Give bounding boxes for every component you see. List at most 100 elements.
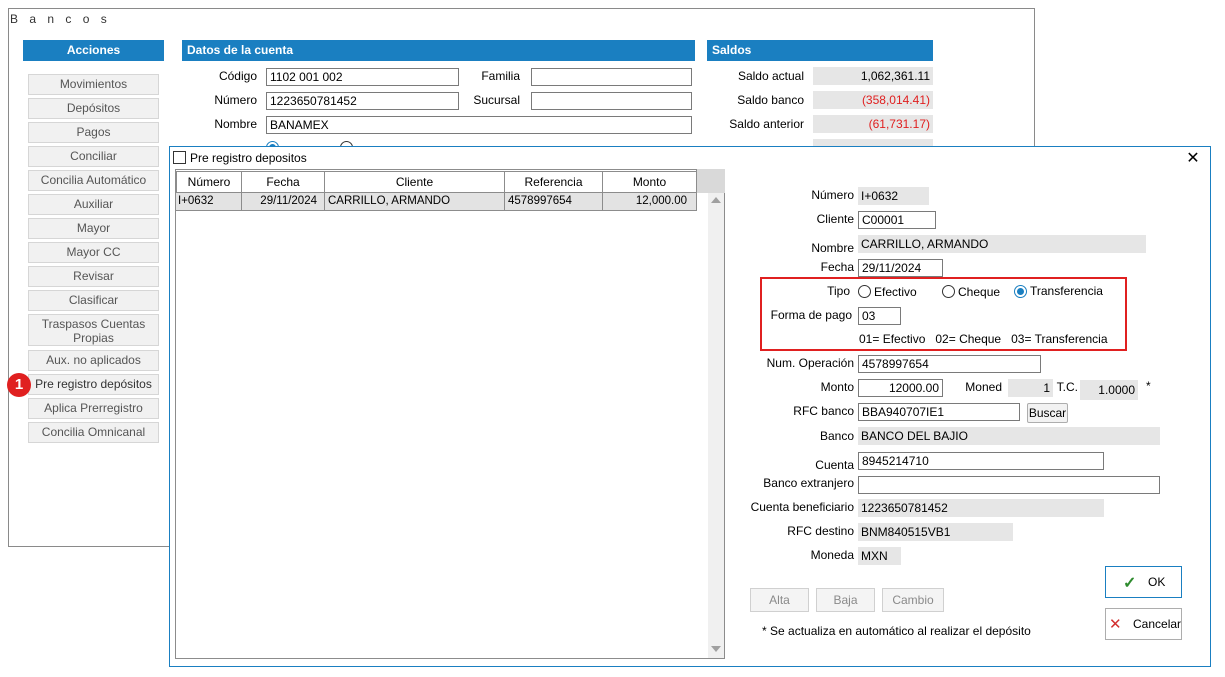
tc-mark: * [1146, 379, 1151, 393]
saldo-anterior-value: (61,731.17) [813, 115, 933, 133]
sidebar-item-depositos[interactable]: Depósitos [28, 98, 159, 119]
forma-pago-label: Forma de pago [770, 308, 852, 322]
saldo-actual-value: 1,062,361.11 [813, 67, 933, 85]
saldo-extra-value [813, 139, 933, 146]
column-header-referencia[interactable]: Referencia [504, 171, 603, 193]
moned-label: Moned [965, 380, 1002, 394]
f-nombre-label: Nombre [811, 241, 854, 255]
f-cliente-field[interactable]: C00001 [858, 211, 936, 229]
familia-field[interactable] [531, 68, 692, 86]
table-row-numero[interactable]: I+0632 [176, 193, 242, 211]
column-header-cliente[interactable]: Cliente [324, 171, 505, 193]
banco-label: Banco [819, 429, 854, 443]
saldo-banco-label: Saldo banco [737, 93, 804, 107]
codigo-field[interactable]: 1102 001 002 [266, 68, 459, 86]
check-icon: ✓ [1123, 575, 1137, 592]
dialog-title: Pre registro depositos [190, 151, 307, 165]
num-operacion-field[interactable]: 4578997654 [858, 355, 1041, 373]
moned-value: 1 [1008, 379, 1053, 397]
tc-value: 1.0000 [1080, 380, 1138, 400]
nombre-field[interactable]: BANAMEX [266, 116, 692, 134]
cuenta-field[interactable]: 8945214710 [858, 452, 1104, 470]
moneda-value: MXN [858, 547, 901, 565]
cuenta-label: Cuenta [815, 458, 854, 472]
ok-button[interactable]: ✓ OK [1105, 566, 1182, 598]
f-fecha-label: Fecha [820, 260, 854, 274]
acciones-header: Acciones [23, 40, 164, 61]
tipo-transferencia-label[interactable]: Transferencia [1030, 284, 1103, 298]
rfc-destino-value: BNM840515VB1 [858, 523, 1013, 541]
column-header-numero[interactable]: Número [176, 171, 242, 193]
nombre-label: Nombre [214, 117, 257, 131]
moneda-label: Moneda [810, 548, 854, 562]
banco-extranjero-label: Banco extranjero [763, 476, 854, 490]
grid-header-filler [696, 169, 725, 193]
tipo-label: Tipo [827, 284, 850, 298]
sidebar-item-aux-no-aplicados[interactable]: Aux. no aplicados [28, 350, 159, 371]
cancelar-label: Cancelar [1133, 617, 1182, 631]
saldos-header: Saldos [707, 40, 933, 61]
f-numero-label: Número [811, 188, 854, 202]
ok-label: OK [1148, 575, 1166, 589]
sucursal-label: Sucursal [473, 93, 520, 107]
forma-pago-hint: 01= Efectivo 02= Cheque 03= Transferenci… [859, 332, 1108, 346]
buscar-button[interactable]: Buscar [1027, 403, 1068, 423]
step-badge: 1 [7, 373, 31, 397]
sidebar-item-concilia-omnicanal[interactable]: Concilia Omnicanal [28, 422, 159, 443]
sidebar-item-aplica-prerregistro[interactable]: Aplica Prerregistro [28, 398, 159, 419]
alta-button[interactable]: Alta [750, 588, 809, 612]
tipo-efectivo-label[interactable]: Efectivo [874, 285, 917, 299]
sidebar-item-revisar[interactable]: Revisar [28, 266, 159, 287]
f-numero-value: I+0632 [858, 187, 929, 205]
sucursal-field[interactable] [531, 92, 692, 110]
table-row-cliente[interactable]: CARRILLO, ARMANDO [325, 193, 505, 211]
sidebar-item-auxiliar[interactable]: Auxiliar [28, 194, 159, 215]
rfc-destino-label: RFC destino [787, 524, 854, 538]
sidebar-item-concilia-automatico[interactable]: Concilia Automático [28, 170, 159, 191]
sidebar-item-pre-registro-depositos[interactable]: Pre registro depósitos [28, 374, 159, 395]
saldo-banco-value: (358,014.41) [813, 91, 933, 109]
column-header-monto[interactable]: Monto [602, 171, 697, 193]
tipo-transferencia-radio[interactable] [1014, 285, 1027, 298]
monto-field[interactable]: 12000.00 [858, 379, 943, 397]
sidebar-item-pagos[interactable]: Pagos [28, 122, 159, 143]
monto-label: Monto [820, 380, 854, 394]
sidebar-item-clasificar[interactable]: Clasificar [28, 290, 159, 311]
cuenta-header: Datos de la cuenta [182, 40, 695, 61]
rfc-banco-label: RFC banco [793, 404, 854, 418]
sidebar-item-conciliar[interactable]: Conciliar [28, 146, 159, 167]
cancel-x-icon: ✕ [1109, 616, 1122, 633]
scroll-down-icon[interactable] [711, 646, 721, 652]
tipo-efectivo-radio[interactable] [858, 285, 871, 298]
table-row-referencia[interactable]: 4578997654 [505, 193, 603, 211]
update-note: * Se actualiza en automático al realizar… [762, 624, 1031, 638]
numero-field[interactable]: 1223650781452 [266, 92, 459, 110]
tipo-cheque-label[interactable]: Cheque [958, 285, 1000, 299]
sidebar-item-mayor[interactable]: Mayor [28, 218, 159, 239]
num-operacion-label: Num. Operación [766, 356, 854, 370]
table-row-fecha[interactable]: 29/11/2024 [242, 193, 325, 211]
banco-value: BANCO DEL BAJIO [858, 427, 1160, 445]
table-row-monto[interactable]: 12,000.00 [603, 193, 697, 211]
baja-button[interactable]: Baja [816, 588, 875, 612]
grid-scrollbar[interactable] [708, 193, 724, 658]
sidebar-item-movimientos[interactable]: Movimientos [28, 74, 159, 95]
banco-extranjero-field[interactable] [858, 476, 1160, 494]
cancelar-button[interactable]: ✕ Cancelar [1105, 608, 1182, 640]
sidebar-item-mayor-cc[interactable]: Mayor CC [28, 242, 159, 263]
scroll-up-icon[interactable] [711, 197, 721, 203]
close-icon[interactable]: ✕ [1184, 148, 1202, 168]
tipo-cheque-radio[interactable] [942, 285, 955, 298]
f-fecha-field[interactable]: 29/11/2024 [858, 259, 943, 277]
column-header-fecha[interactable]: Fecha [241, 171, 325, 193]
f-cliente-label: Cliente [816, 212, 854, 226]
forma-pago-field[interactable]: 03 [858, 307, 901, 325]
saldo-actual-label: Saldo actual [737, 69, 804, 83]
cuenta-beneficiario-label: Cuenta beneficiario [750, 500, 854, 514]
rfc-banco-field[interactable]: BBA940707IE1 [858, 403, 1020, 421]
saldo-anterior-label: Saldo anterior [729, 117, 804, 131]
sidebar-item-traspasos[interactable]: Traspasos Cuentas Propias [28, 314, 159, 346]
dialog-checkbox[interactable] [173, 151, 186, 164]
codigo-label: Código [218, 69, 257, 83]
cambio-button[interactable]: Cambio [882, 588, 944, 612]
